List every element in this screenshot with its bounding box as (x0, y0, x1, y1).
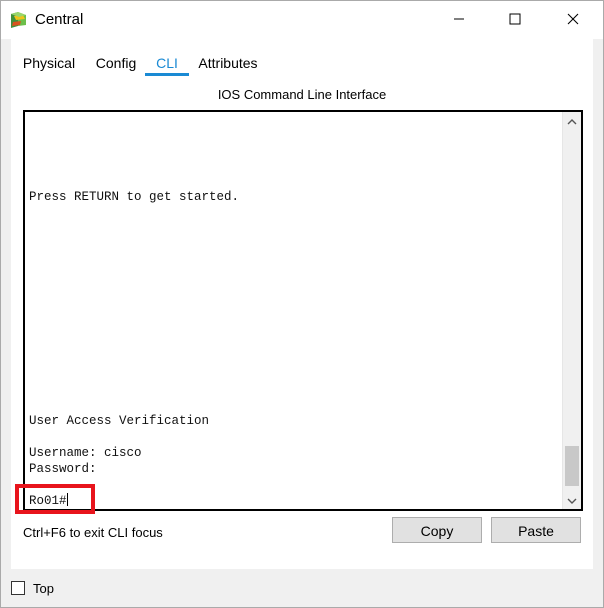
title-bar[interactable]: Central (1, 1, 603, 39)
terminal-line: User Access Verification (29, 414, 210, 428)
terminal-prompt: Ro01# (29, 494, 67, 508)
tab-physical[interactable]: Physical (11, 51, 87, 75)
terminal-line: Username: cisco (29, 446, 142, 460)
terminal-line: Password: (29, 462, 97, 476)
scroll-up-button[interactable] (563, 112, 581, 130)
cli-terminal[interactable]: Press RETURN to get started. User Access… (23, 110, 583, 511)
paste-button[interactable]: Paste (491, 517, 581, 543)
tab-bar: Physical Config CLI Attributes (11, 51, 267, 76)
scroll-down-button[interactable] (563, 491, 581, 509)
panel-title: IOS Command Line Interface (217, 87, 387, 102)
chevron-down-icon (567, 493, 577, 508)
close-button[interactable] (550, 1, 596, 39)
tab-cli[interactable]: CLI (145, 51, 189, 76)
top-checkbox-label: Top (33, 580, 54, 596)
close-icon (567, 13, 579, 28)
top-checkbox[interactable] (11, 581, 25, 595)
text-cursor (66, 493, 68, 506)
tab-config[interactable]: Config (87, 51, 145, 75)
footer: Top (11, 579, 54, 597)
terminal-prompt-line: Ro01# (29, 493, 68, 509)
packet-tracer-router-icon (9, 10, 29, 30)
chevron-up-icon (567, 114, 577, 129)
maximize-button[interactable] (492, 1, 538, 39)
maximize-icon (509, 13, 521, 28)
window-title: Central (35, 11, 84, 28)
minimize-icon (453, 13, 465, 28)
copy-button[interactable]: Copy (392, 517, 482, 543)
cli-focus-hint: Ctrl+F6 to exit CLI focus (23, 525, 163, 540)
minimize-button[interactable] (436, 1, 482, 39)
vertical-scrollbar[interactable] (562, 112, 581, 509)
device-window: Central Physical Config CLI Attributes I… (0, 0, 604, 608)
tab-attributes[interactable]: Attributes (189, 51, 267, 75)
tab-panel: Physical Config CLI Attributes IOS Comma… (11, 39, 593, 569)
terminal-line: Press RETURN to get started. (29, 190, 240, 204)
scroll-thumb[interactable] (565, 446, 579, 486)
